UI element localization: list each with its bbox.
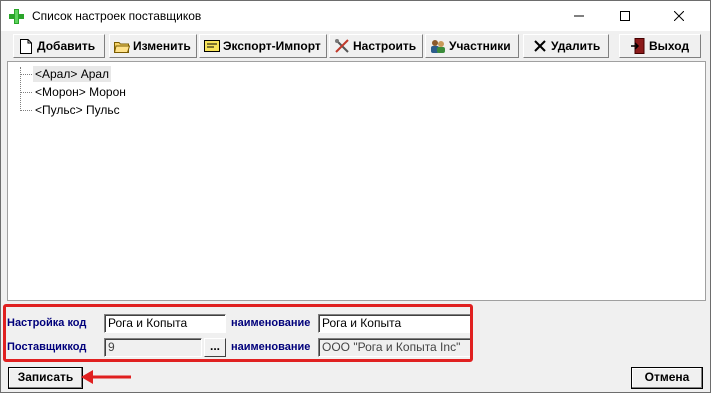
delete-label: Удалить [551, 39, 601, 53]
exit-door-icon [630, 38, 646, 54]
tree-item[interactable]: <Арал> Арал [33, 66, 112, 82]
main-window: Список настроек поставщиков Добавить Изм… [0, 0, 711, 393]
minimize-icon [574, 15, 584, 17]
members-icon [430, 38, 446, 54]
minimize-button[interactable] [556, 1, 602, 31]
maximize-button[interactable] [602, 1, 648, 31]
green-plus-icon [9, 9, 24, 24]
setup-button[interactable]: Настроить [329, 34, 423, 58]
save-button[interactable]: Записать [8, 367, 83, 389]
add-button[interactable]: Добавить [13, 34, 105, 58]
tree-connector [20, 74, 32, 75]
cancel-button[interactable]: Отмена [631, 367, 703, 389]
window-title: Список настроек поставщиков [32, 9, 202, 23]
members-label: Участники [449, 39, 511, 53]
maximize-icon [620, 11, 630, 21]
edit-label: Изменить [133, 39, 191, 53]
title-bar: Список настроек поставщиков [1, 1, 710, 31]
red-arrow-icon [81, 370, 131, 384]
new-document-icon [18, 38, 34, 54]
delete-button[interactable]: Удалить [523, 34, 609, 58]
exit-button[interactable]: Выход [619, 34, 701, 58]
exit-label: Выход [649, 39, 690, 53]
export-import-button[interactable]: Экспорт-Импорт [199, 34, 327, 58]
delete-x-icon [532, 38, 548, 54]
highlight-frame [3, 304, 473, 362]
close-icon [674, 11, 684, 21]
add-label: Добавить [37, 39, 96, 53]
open-folder-icon [114, 38, 130, 54]
tree-item[interactable]: <Морон> Морон [33, 84, 128, 100]
tree-item[interactable]: <Пульс> Пульс [33, 102, 122, 118]
toolbar: Добавить Изменить Экспорт-Импорт Настрои… [5, 34, 708, 60]
tools-icon [334, 38, 350, 54]
members-button[interactable]: Участники [425, 34, 519, 58]
edit-button[interactable]: Изменить [109, 34, 197, 58]
close-button[interactable] [656, 1, 702, 31]
setup-label: Настроить [353, 39, 417, 53]
tree-connector [20, 92, 32, 93]
export-import-icon [204, 38, 220, 54]
export-import-label: Экспорт-Импорт [223, 39, 321, 53]
suppliers-tree[interactable]: <Арал> Арал <Морон> Морон <Пульс> Пульс [7, 61, 706, 301]
tree-connector [20, 110, 32, 111]
